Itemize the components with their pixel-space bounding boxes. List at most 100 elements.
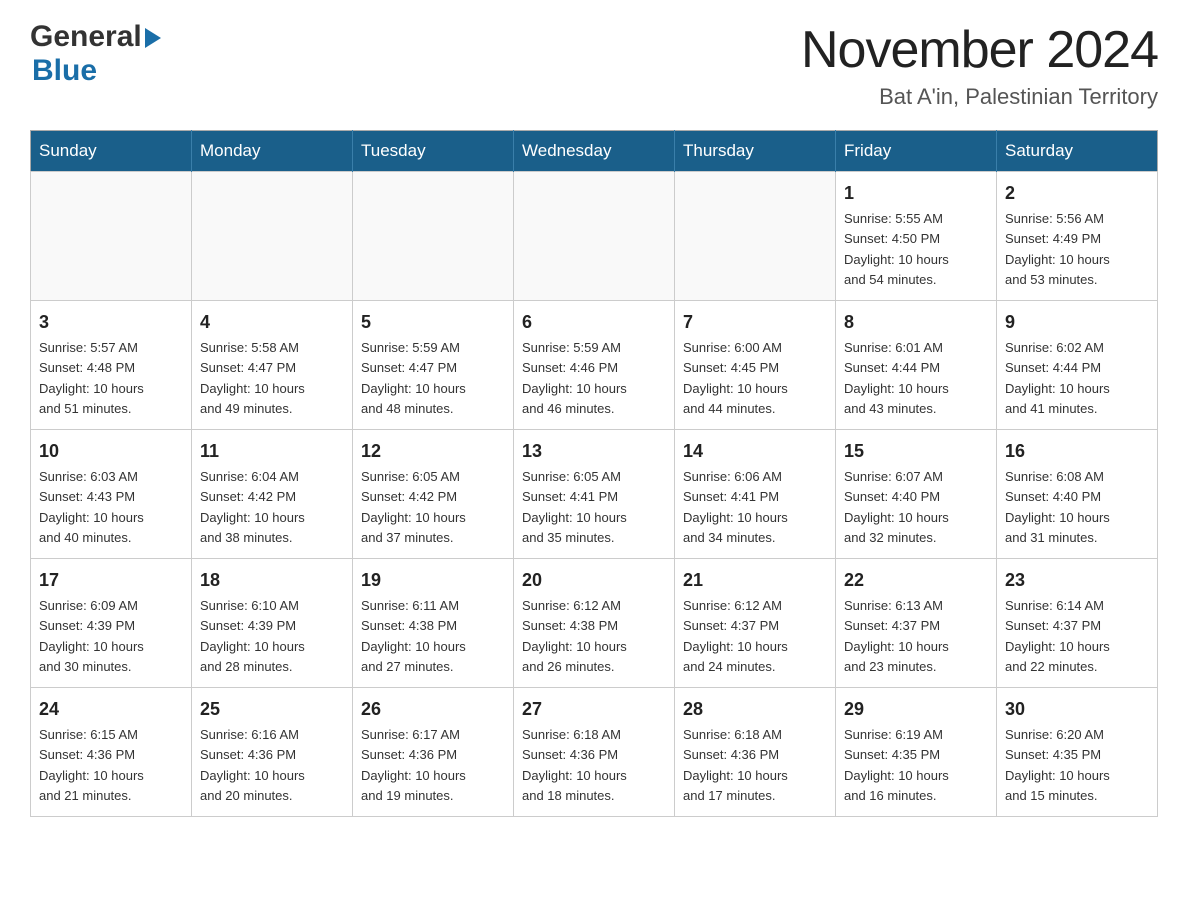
day-number: 20 bbox=[522, 567, 666, 594]
day-info: Sunrise: 6:10 AM Sunset: 4:39 PM Dayligh… bbox=[200, 598, 305, 674]
weekday-header-row: SundayMondayTuesdayWednesdayThursdayFrid… bbox=[31, 131, 1158, 172]
weekday-header-sunday: Sunday bbox=[31, 131, 192, 172]
calendar-cell bbox=[514, 172, 675, 301]
day-number: 12 bbox=[361, 438, 505, 465]
day-info: Sunrise: 6:13 AM Sunset: 4:37 PM Dayligh… bbox=[844, 598, 949, 674]
day-info: Sunrise: 6:12 AM Sunset: 4:37 PM Dayligh… bbox=[683, 598, 788, 674]
weekday-header-tuesday: Tuesday bbox=[353, 131, 514, 172]
calendar-table: SundayMondayTuesdayWednesdayThursdayFrid… bbox=[30, 130, 1158, 817]
calendar-cell: 2Sunrise: 5:56 AM Sunset: 4:49 PM Daylig… bbox=[997, 172, 1158, 301]
day-number: 11 bbox=[200, 438, 344, 465]
day-info: Sunrise: 6:02 AM Sunset: 4:44 PM Dayligh… bbox=[1005, 340, 1110, 416]
day-info: Sunrise: 6:05 AM Sunset: 4:41 PM Dayligh… bbox=[522, 469, 627, 545]
day-info: Sunrise: 5:59 AM Sunset: 4:47 PM Dayligh… bbox=[361, 340, 466, 416]
calendar-cell: 21 Sunrise: 6:12 AM Sunset: 4:37 PM Dayli… bbox=[675, 559, 836, 688]
day-info: Sunrise: 6:20 AM Sunset: 4:35 PM Dayligh… bbox=[1005, 727, 1110, 803]
day-number: 6 bbox=[522, 309, 666, 336]
calendar-cell: 15Sunrise: 6:07 AM Sunset: 4:40 PM Dayli… bbox=[836, 430, 997, 559]
logo-blue-text: Blue bbox=[32, 54, 97, 88]
day-number: 25 bbox=[200, 696, 344, 723]
day-number: 21 bbox=[683, 567, 827, 594]
day-info: Sunrise: 5:57 AM Sunset: 4:48 PM Dayligh… bbox=[39, 340, 144, 416]
calendar-cell: 20 Sunrise: 6:12 AM Sunset: 4:38 PM Dayli… bbox=[514, 559, 675, 688]
day-number: 4 bbox=[200, 309, 344, 336]
day-number: 7 bbox=[683, 309, 827, 336]
calendar-cell: 26 Sunrise: 6:17 AM Sunset: 4:36 PM Dayli… bbox=[353, 688, 514, 817]
day-info: Sunrise: 6:07 AM Sunset: 4:40 PM Dayligh… bbox=[844, 469, 949, 545]
calendar-cell: 10Sunrise: 6:03 AM Sunset: 4:43 PM Dayli… bbox=[31, 430, 192, 559]
weekday-header-wednesday: Wednesday bbox=[514, 131, 675, 172]
calendar-cell: 24 Sunrise: 6:15 AM Sunset: 4:36 PM Dayli… bbox=[31, 688, 192, 817]
day-number: 26 bbox=[361, 696, 505, 723]
logo-general-text: General bbox=[30, 20, 142, 54]
day-number: 28 bbox=[683, 696, 827, 723]
day-info: Sunrise: 6:19 AM Sunset: 4:35 PM Dayligh… bbox=[844, 727, 949, 803]
calendar-cell: 13 Sunrise: 6:05 AM Sunset: 4:41 PM Dayli… bbox=[514, 430, 675, 559]
day-info: Sunrise: 6:12 AM Sunset: 4:38 PM Dayligh… bbox=[522, 598, 627, 674]
day-number: 29 bbox=[844, 696, 988, 723]
calendar-week-5: 24 Sunrise: 6:15 AM Sunset: 4:36 PM Dayli… bbox=[31, 688, 1158, 817]
day-number: 2 bbox=[1005, 180, 1149, 207]
logo: General Blue bbox=[30, 20, 162, 88]
calendar-cell: 12 Sunrise: 6:05 AM Sunset: 4:42 PM Dayli… bbox=[353, 430, 514, 559]
calendar-cell: 9 Sunrise: 6:02 AM Sunset: 4:44 PM Daylig… bbox=[997, 301, 1158, 430]
calendar-cell: 7 Sunrise: 6:00 AM Sunset: 4:45 PM Daylig… bbox=[675, 301, 836, 430]
day-info: Sunrise: 6:14 AM Sunset: 4:37 PM Dayligh… bbox=[1005, 598, 1110, 674]
calendar-week-4: 17Sunrise: 6:09 AM Sunset: 4:39 PM Dayli… bbox=[31, 559, 1158, 688]
day-info: Sunrise: 6:00 AM Sunset: 4:45 PM Dayligh… bbox=[683, 340, 788, 416]
calendar-cell: 5 Sunrise: 5:59 AM Sunset: 4:47 PM Daylig… bbox=[353, 301, 514, 430]
calendar-cell: 8 Sunrise: 6:01 AM Sunset: 4:44 PM Daylig… bbox=[836, 301, 997, 430]
calendar-cell: 28 Sunrise: 6:18 AM Sunset: 4:36 PM Dayli… bbox=[675, 688, 836, 817]
day-number: 24 bbox=[39, 696, 183, 723]
calendar-cell: 4Sunrise: 5:58 AM Sunset: 4:47 PM Daylig… bbox=[192, 301, 353, 430]
day-info: Sunrise: 6:16 AM Sunset: 4:36 PM Dayligh… bbox=[200, 727, 305, 803]
calendar-cell: 16Sunrise: 6:08 AM Sunset: 4:40 PM Dayli… bbox=[997, 430, 1158, 559]
day-number: 13 bbox=[522, 438, 666, 465]
day-info: Sunrise: 6:18 AM Sunset: 4:36 PM Dayligh… bbox=[683, 727, 788, 803]
day-info: Sunrise: 6:01 AM Sunset: 4:44 PM Dayligh… bbox=[844, 340, 949, 416]
calendar-cell bbox=[675, 172, 836, 301]
day-info: Sunrise: 5:55 AM Sunset: 4:50 PM Dayligh… bbox=[844, 211, 949, 287]
day-info: Sunrise: 6:15 AM Sunset: 4:36 PM Dayligh… bbox=[39, 727, 144, 803]
calendar-cell: 30 Sunrise: 6:20 AM Sunset: 4:35 PM Dayli… bbox=[997, 688, 1158, 817]
weekday-header-saturday: Saturday bbox=[997, 131, 1158, 172]
day-number: 17 bbox=[39, 567, 183, 594]
day-number: 18 bbox=[200, 567, 344, 594]
day-info: Sunrise: 6:04 AM Sunset: 4:42 PM Dayligh… bbox=[200, 469, 305, 545]
calendar-week-1: 1 Sunrise: 5:55 AM Sunset: 4:50 PM Daylig… bbox=[31, 172, 1158, 301]
day-number: 8 bbox=[844, 309, 988, 336]
day-info: Sunrise: 5:59 AM Sunset: 4:46 PM Dayligh… bbox=[522, 340, 627, 416]
calendar-cell: 6 Sunrise: 5:59 AM Sunset: 4:46 PM Daylig… bbox=[514, 301, 675, 430]
calendar-cell bbox=[31, 172, 192, 301]
calendar-cell: 23 Sunrise: 6:14 AM Sunset: 4:37 PM Dayli… bbox=[997, 559, 1158, 688]
day-info: Sunrise: 6:06 AM Sunset: 4:41 PM Dayligh… bbox=[683, 469, 788, 545]
day-info: Sunrise: 6:03 AM Sunset: 4:43 PM Dayligh… bbox=[39, 469, 144, 545]
day-number: 9 bbox=[1005, 309, 1149, 336]
day-number: 22 bbox=[844, 567, 988, 594]
calendar-week-3: 10Sunrise: 6:03 AM Sunset: 4:43 PM Dayli… bbox=[31, 430, 1158, 559]
weekday-header-monday: Monday bbox=[192, 131, 353, 172]
calendar-cell: 19Sunrise: 6:11 AM Sunset: 4:38 PM Dayli… bbox=[353, 559, 514, 688]
calendar-cell: 11 Sunrise: 6:04 AM Sunset: 4:42 PM Dayli… bbox=[192, 430, 353, 559]
weekday-header-thursday: Thursday bbox=[675, 131, 836, 172]
month-title: November 2024 bbox=[801, 20, 1158, 80]
day-info: Sunrise: 6:05 AM Sunset: 4:42 PM Dayligh… bbox=[361, 469, 466, 545]
day-number: 1 bbox=[844, 180, 988, 207]
calendar-cell: 1 Sunrise: 5:55 AM Sunset: 4:50 PM Daylig… bbox=[836, 172, 997, 301]
location-title: Bat A'in, Palestinian Territory bbox=[801, 84, 1158, 110]
weekday-header-friday: Friday bbox=[836, 131, 997, 172]
calendar-week-2: 3 Sunrise: 5:57 AM Sunset: 4:48 PM Daylig… bbox=[31, 301, 1158, 430]
calendar-cell bbox=[353, 172, 514, 301]
day-number: 23 bbox=[1005, 567, 1149, 594]
logo-triangle-icon bbox=[145, 28, 161, 48]
day-info: Sunrise: 6:18 AM Sunset: 4:36 PM Dayligh… bbox=[522, 727, 627, 803]
calendar-cell: 17Sunrise: 6:09 AM Sunset: 4:39 PM Dayli… bbox=[31, 559, 192, 688]
day-info: Sunrise: 6:11 AM Sunset: 4:38 PM Dayligh… bbox=[361, 598, 466, 674]
day-number: 5 bbox=[361, 309, 505, 336]
calendar-cell: 18 Sunrise: 6:10 AM Sunset: 4:39 PM Dayli… bbox=[192, 559, 353, 688]
page-header: General Blue November 2024 Bat A'in, Pal… bbox=[30, 20, 1158, 110]
day-info: Sunrise: 6:08 AM Sunset: 4:40 PM Dayligh… bbox=[1005, 469, 1110, 545]
day-number: 30 bbox=[1005, 696, 1149, 723]
day-info: Sunrise: 6:17 AM Sunset: 4:36 PM Dayligh… bbox=[361, 727, 466, 803]
day-number: 3 bbox=[39, 309, 183, 336]
